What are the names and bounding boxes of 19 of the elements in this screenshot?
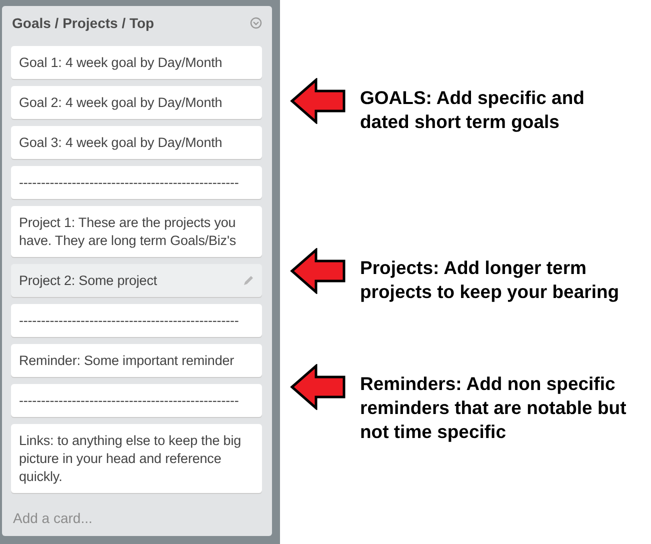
card[interactable]: Goal 1: 4 week goal by Day/Month [11,46,262,79]
card[interactable]: Goal 2: 4 week goal by Day/Month [11,86,262,119]
annotation-text: GOALS: Add specific and dated short term goals [360,86,586,134]
card[interactable]: -------------------------------------------------- [11,304,262,337]
card[interactable]: Goal 3: 4 week goal by Day/Month [11,126,262,159]
card[interactable]: Links: to anything else to keep the big picture in your head and reference quickly. [11,424,262,493]
card[interactable]: -------------------------------------------------- [11,384,262,417]
card[interactable]: Project 1: These are the projects you have. They are long term Goals/Biz's [11,206,262,257]
list-title: Goals / Projects / Top [12,14,154,30]
card[interactable]: Project 2: Some project [11,264,262,297]
annotation-text: Projects: Add longer term projects to keep your bearing [360,256,620,304]
left-arrow-icon [290,248,346,294]
left-arrow-icon [290,78,346,124]
annotation-text: Reminders: Add non specific reminders that are notable but not time specific [360,372,628,444]
chevron-down-icon[interactable] [250,16,262,28]
card[interactable]: Reminder: Some important reminder [11,344,262,377]
left-arrow-icon [290,364,346,410]
pencil-icon[interactable] [243,275,254,286]
card[interactable]: -------------------------------------------------- [11,166,262,199]
